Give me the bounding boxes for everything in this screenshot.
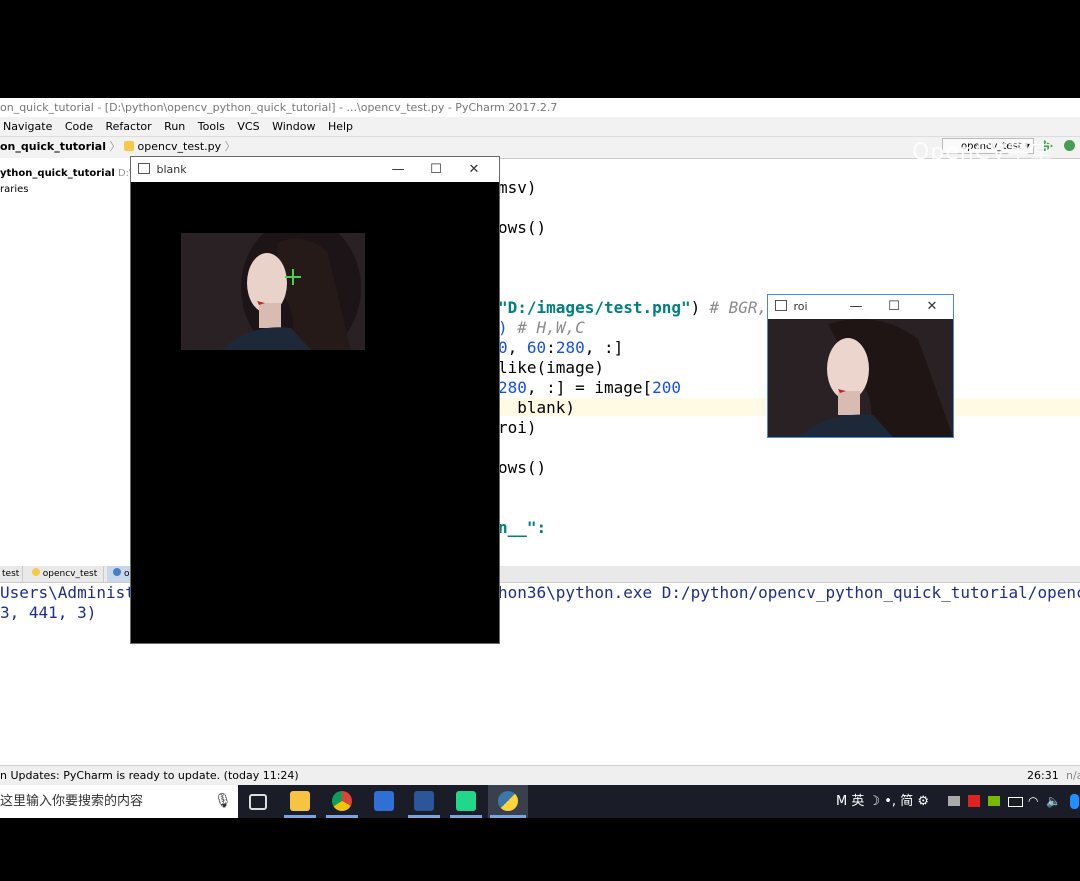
- python-taskbar-item[interactable]: [488, 785, 528, 818]
- ide-title-bar: on_quick_tutorial - [D:\python\opencv_py…: [0, 98, 1080, 117]
- menu-window[interactable]: Window: [272, 120, 315, 133]
- breadcrumb-file[interactable]: opencv_test.py: [138, 140, 222, 153]
- python-file-icon: [124, 141, 134, 151]
- menu-refactor[interactable]: Refactor: [106, 120, 152, 133]
- wifi-icon[interactable]: ◠: [1028, 785, 1038, 818]
- tray-app-icon[interactable]: [948, 796, 960, 806]
- close-button[interactable]: ✕: [455, 157, 493, 182]
- input-method-indicator[interactable]: M 英 ☽ •, 简 ⚙: [836, 794, 929, 809]
- python-icon: [113, 568, 122, 576]
- watermark-logo: OpenCV学堂: [912, 140, 1054, 165]
- code-line: 280, :] = image[200: [498, 378, 682, 397]
- window-title: blank: [156, 163, 187, 176]
- status-bar: n Updates: PyCharm is ready to update. (…: [0, 765, 1080, 785]
- active-indicator: [490, 815, 526, 818]
- maximize-button[interactable]: ☐: [875, 295, 913, 319]
- roi-photo: [181, 233, 365, 350]
- code-line: 0, 60:280, :]: [498, 338, 624, 357]
- close-button[interactable]: ✕: [913, 295, 951, 319]
- menu-help[interactable]: Help: [328, 120, 353, 133]
- tray-security-icon[interactable]: [968, 795, 980, 807]
- code-line: ows(): [498, 458, 547, 477]
- breadcrumb-project[interactable]: on_quick_tutorial: [0, 140, 106, 153]
- menu-code[interactable]: Code: [65, 120, 93, 133]
- project-root[interactable]: ython_quick_tutorial: [0, 168, 115, 179]
- file-explorer-icon[interactable]: [290, 791, 310, 811]
- code-line: n__":: [498, 518, 547, 537]
- windows-taskbar: 这里输入你要搜索的内容 🎙 M 英 ☽ •, 简 ⚙ ◠ 🔈: [0, 785, 1080, 818]
- menu-tools[interactable]: Tools: [198, 120, 225, 133]
- status-extra: n/a: [1066, 769, 1080, 782]
- roi-window[interactable]: roi — ☐ ✕: [767, 294, 954, 438]
- ide-title: on_quick_tutorial - [D:\python\opencv_py…: [0, 101, 558, 114]
- active-indicator: [408, 815, 440, 818]
- code-line: msv): [498, 178, 537, 197]
- active-indicator: [284, 815, 316, 818]
- nvidia-icon[interactable]: [988, 796, 1000, 806]
- search-placeholder: 这里输入你要搜索的内容: [0, 794, 144, 809]
- blank-window-titlebar[interactable]: blank — ☐ ✕: [131, 157, 499, 182]
- volume-icon[interactable]: 🔈: [1046, 785, 1061, 818]
- microphone-icon[interactable]: 🎙: [214, 785, 232, 818]
- console-line: 3, 441, 3): [0, 603, 97, 622]
- tab-test[interactable]: test: [0, 566, 23, 582]
- menu-navigate[interactable]: Navigate: [3, 120, 52, 133]
- code-line: like(image): [498, 358, 604, 377]
- calendar-icon[interactable]: [374, 791, 394, 811]
- code-line: ows(): [498, 218, 547, 237]
- minimize-button[interactable]: —: [379, 157, 417, 182]
- tab-opencv-test[interactable]: opencv_test: [26, 566, 105, 582]
- roi-window-titlebar[interactable]: roi — ☐ ✕: [768, 295, 953, 319]
- system-tray[interactable]: M 英 ☽ •, 简 ⚙ ◠ 🔈: [832, 785, 1080, 818]
- pycharm-icon[interactable]: [456, 791, 476, 811]
- chrome-icon[interactable]: [332, 791, 352, 811]
- active-indicator: [326, 815, 358, 818]
- maximize-button[interactable]: ☐: [417, 157, 455, 182]
- status-message[interactable]: n Updates: PyCharm is ready to update. (…: [0, 769, 299, 782]
- code-line: ) # H,W,C: [498, 318, 585, 337]
- external-libraries[interactable]: raries: [0, 182, 130, 198]
- project-panel: ython_quick_tutorial D:\py raries: [0, 158, 145, 566]
- task-view-icon[interactable]: [249, 794, 267, 810]
- active-indicator: [450, 815, 482, 818]
- debug-icon[interactable]: [1064, 140, 1075, 151]
- window-title: roi: [793, 300, 808, 313]
- bluetooth-icon[interactable]: [1070, 794, 1079, 809]
- code-line: blank): [498, 398, 576, 417]
- battery-icon[interactable]: [1008, 797, 1023, 807]
- python-icon: [498, 791, 518, 811]
- opencv-window-icon: [138, 163, 150, 174]
- search-box[interactable]: 这里输入你要搜索的内容 🎙: [0, 785, 238, 818]
- console-line: hon36\python.exe D:/python/opencv_python…: [498, 583, 1080, 602]
- minimize-button[interactable]: —: [837, 295, 875, 319]
- code-line: roi): [498, 418, 537, 437]
- cursor-position[interactable]: 26:31: [1027, 766, 1059, 785]
- python-icon: [31, 568, 40, 576]
- code-line: "D:/images/test.png") # BGR,: [498, 298, 768, 317]
- menu-run[interactable]: Run: [164, 120, 185, 133]
- blank-window[interactable]: blank — ☐ ✕: [130, 156, 500, 644]
- opencv-window-icon: [775, 300, 787, 311]
- roi-photo: [768, 319, 953, 437]
- word-icon[interactable]: [414, 791, 434, 811]
- console-line: Users\Administ: [0, 583, 135, 602]
- menu-vcs[interactable]: VCS: [237, 120, 259, 133]
